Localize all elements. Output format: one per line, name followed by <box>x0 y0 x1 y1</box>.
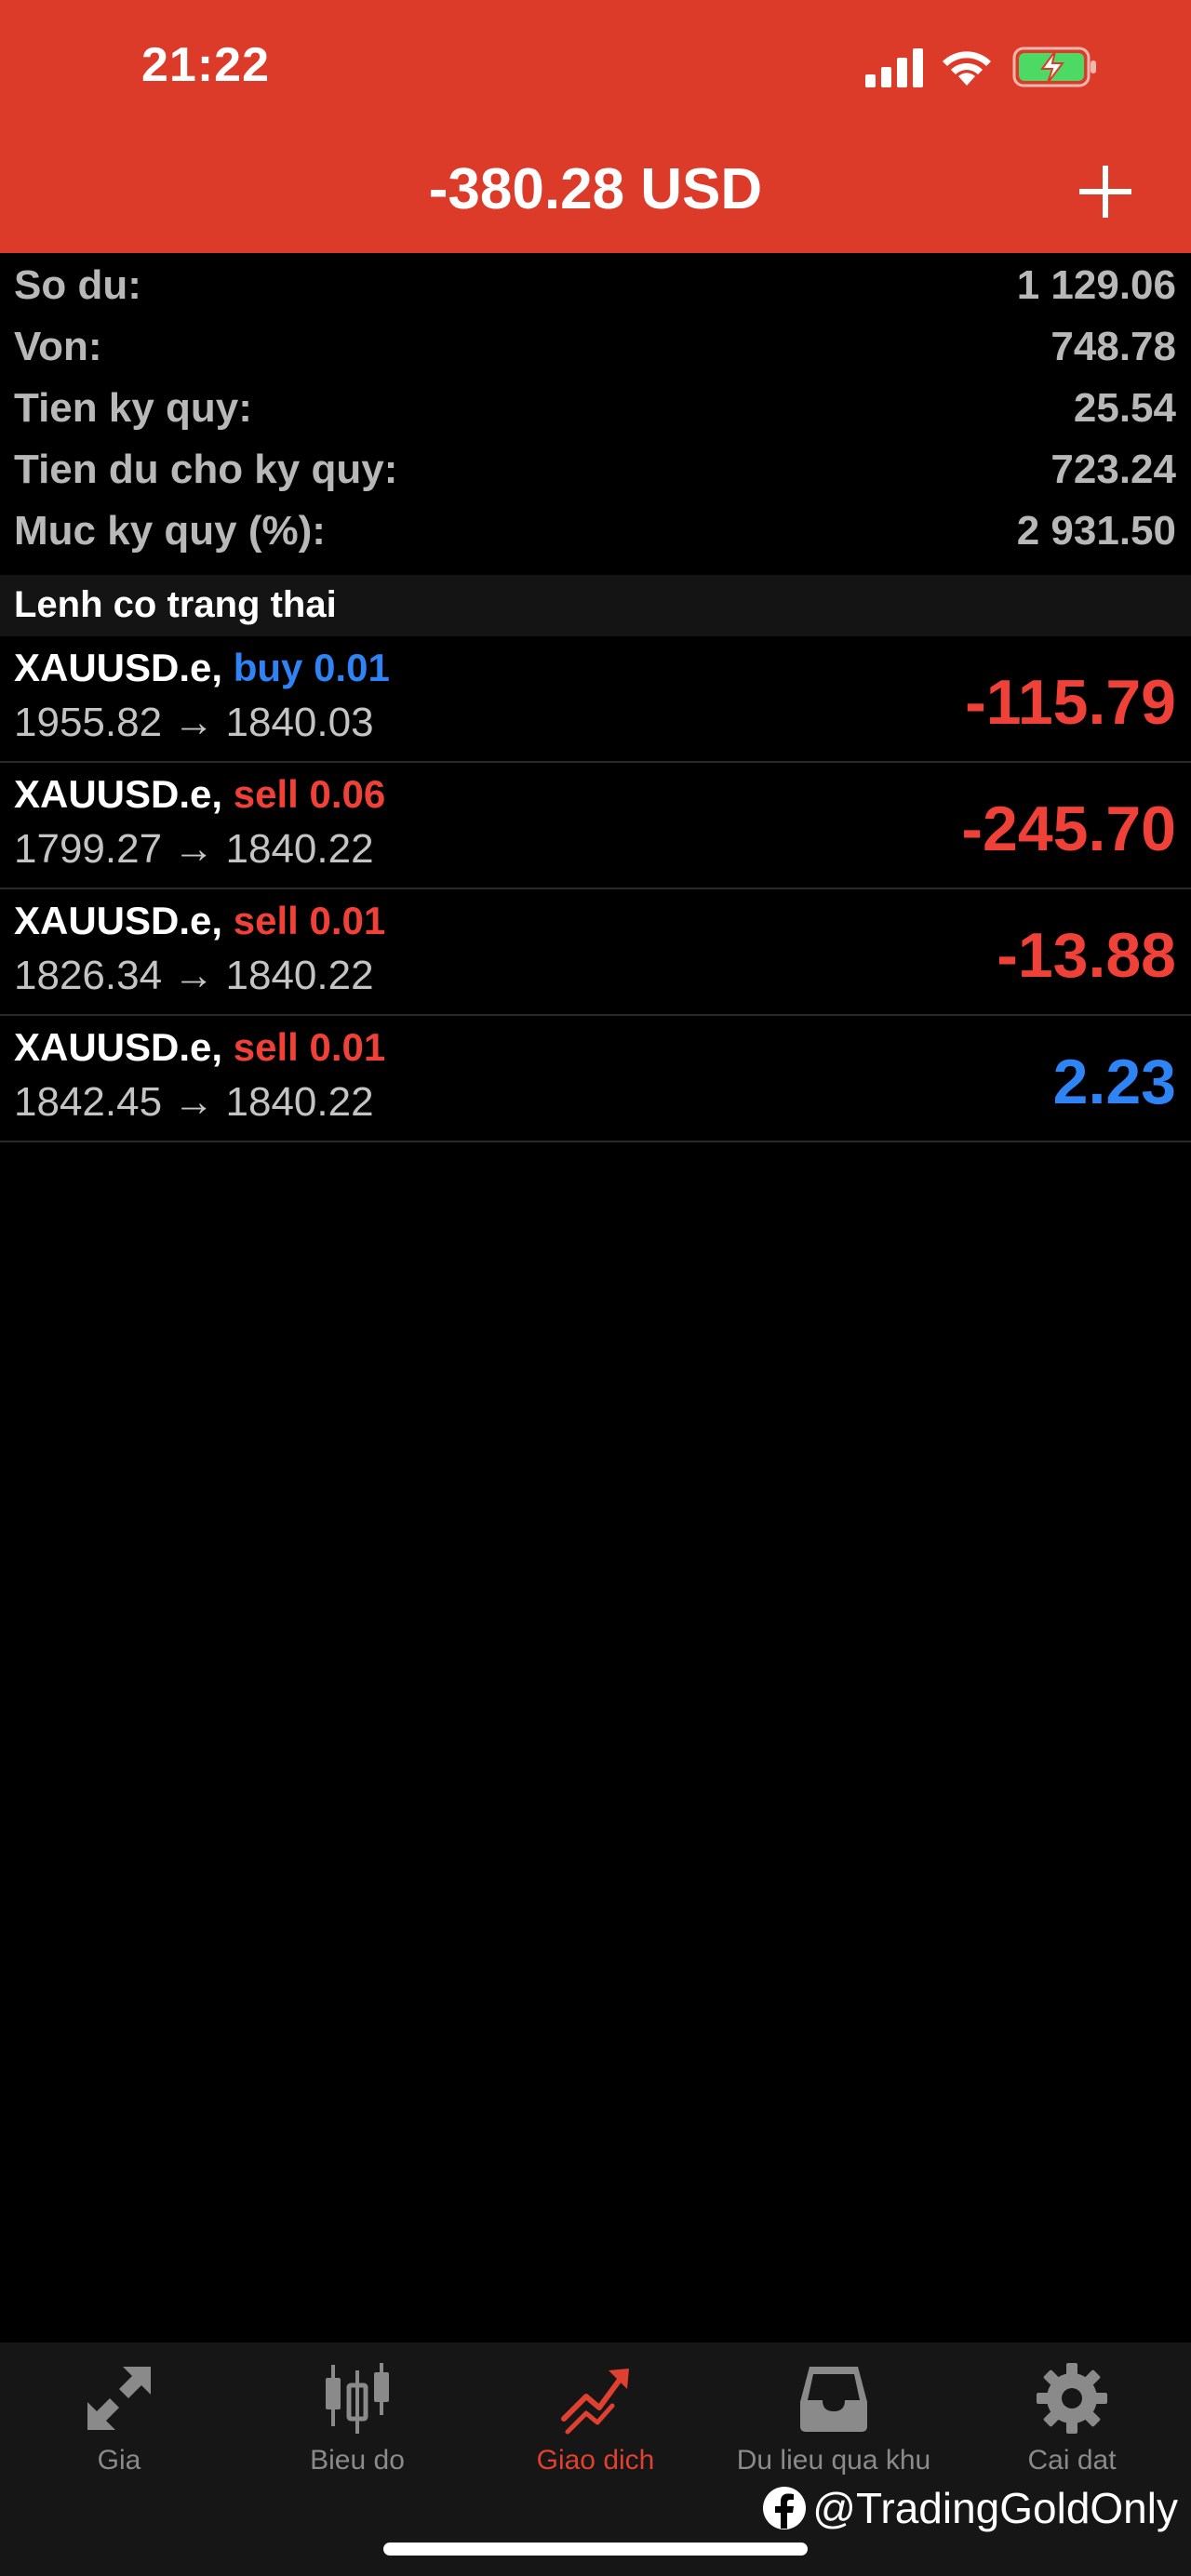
position-row[interactable]: XAUUSD.e, sell 0.01 1842.45 → 1840.22 2.… <box>0 1016 1191 1142</box>
position-symbol: XAUUSD.e, <box>14 772 223 816</box>
status-time: 21:22 <box>141 38 270 92</box>
trade-chart-icon <box>561 2369 629 2435</box>
status-icons <box>856 45 1098 91</box>
positions-list: XAUUSD.e, buy 0.01 1955.82 → 1840.03 -11… <box>0 636 1191 1142</box>
position-symbol: XAUUSD.e, <box>14 899 223 942</box>
watermark-text: @TradingGoldOnly <box>812 2484 1178 2532</box>
summary-label: Muc ky quy (%): <box>14 508 326 554</box>
gear-icon <box>1037 2363 1107 2434</box>
summary-row-margin: Tien ky quy: 25.54 <box>0 376 1191 437</box>
summary-label: Von: <box>14 324 102 369</box>
position-prices: 1842.45 → 1840.22 <box>14 1079 374 1125</box>
position-side: buy 0.01 <box>233 646 390 689</box>
position-prices: 1826.34 → 1840.22 <box>14 953 374 998</box>
tab-label: Cai dat <box>1027 2445 1117 2476</box>
watermark: @TradingGoldOnly <box>762 2478 1178 2538</box>
position-row[interactable]: XAUUSD.e, buy 0.01 1955.82 → 1840.03 -11… <box>0 636 1191 763</box>
summary-label: So du: <box>14 262 141 308</box>
position-row[interactable]: XAUUSD.e, sell 0.01 1826.34 → 1840.22 -1… <box>0 889 1191 1016</box>
summary-row-margin-level: Muc ky quy (%): 2 931.50 <box>0 499 1191 560</box>
position-symbol: XAUUSD.e, <box>14 1025 223 1069</box>
position-prices: 1955.82 → 1840.03 <box>14 700 374 745</box>
position-title: XAUUSD.e, sell 0.06 <box>14 772 385 817</box>
tab-label: Gia <box>97 2445 141 2476</box>
equity-title: -380.28 USD <box>428 157 763 221</box>
position-profit: -245.70 <box>961 794 1176 864</box>
position-side: sell 0.01 <box>233 899 386 942</box>
tab-charts[interactable]: Bieu do <box>238 2342 476 2519</box>
facebook-icon <box>763 2487 807 2529</box>
position-symbol: XAUUSD.e, <box>14 646 223 689</box>
tab-trade[interactable]: Giao dich <box>476 2342 715 2519</box>
cellular-signal-icon <box>865 48 923 87</box>
home-indicator[interactable] <box>383 2543 808 2556</box>
inbox-history-icon <box>800 2367 867 2432</box>
tab-label: Giao dich <box>536 2445 655 2476</box>
position-title: XAUUSD.e, sell 0.01 <box>14 899 385 943</box>
summary-value: 1 129.06 <box>1016 262 1176 308</box>
positions-section-header: Lenh co trang thai <box>0 575 1191 636</box>
tab-label: Du lieu qua khu <box>736 2445 931 2476</box>
position-profit: 2.23 <box>1052 1047 1176 1117</box>
summary-row-balance: So du: 1 129.06 <box>0 253 1191 314</box>
summary-value: 25.54 <box>1073 385 1176 431</box>
position-title: XAUUSD.e, sell 0.01 <box>14 1025 385 1070</box>
tab-label: Bieu do <box>310 2445 405 2476</box>
candlestick-chart-icon <box>326 2363 389 2434</box>
summary-value: 2 931.50 <box>1016 508 1176 554</box>
summary-label: Tien ky quy: <box>14 385 252 431</box>
summary-value: 748.78 <box>1050 324 1176 369</box>
position-side: sell 0.06 <box>233 772 386 816</box>
account-summary: So du: 1 129.06 Von: 748.78 Tien ky quy:… <box>0 253 1191 560</box>
position-title: XAUUSD.e, buy 0.01 <box>14 646 390 690</box>
summary-value: 723.24 <box>1050 447 1176 492</box>
position-side: sell 0.01 <box>233 1025 386 1069</box>
summary-row-free-margin: Tien du cho ky quy: 723.24 <box>0 437 1191 499</box>
position-profit: -115.79 <box>965 667 1176 738</box>
header-bar: 21:22 -380.28 USD <box>0 0 1191 253</box>
battery-charging-icon <box>1012 47 1096 87</box>
summary-row-equity: Von: 748.78 <box>0 314 1191 376</box>
position-row[interactable]: XAUUSD.e, sell 0.06 1799.27 → 1840.22 -2… <box>0 763 1191 889</box>
position-prices: 1799.27 → 1840.22 <box>14 826 374 872</box>
section-title: Lenh co trang thai <box>14 584 337 625</box>
quotes-arrows-icon <box>87 2367 151 2430</box>
summary-label: Tien du cho ky quy: <box>14 447 398 492</box>
tab-quotes[interactable]: Gia <box>0 2342 238 2519</box>
bottom-tab-bar: Gia Bieu do Giao dich Du lieu qua khu Ca… <box>0 2342 1191 2576</box>
position-profit: -13.88 <box>997 920 1176 991</box>
add-order-button[interactable] <box>1074 160 1137 223</box>
wifi-icon <box>943 51 991 86</box>
